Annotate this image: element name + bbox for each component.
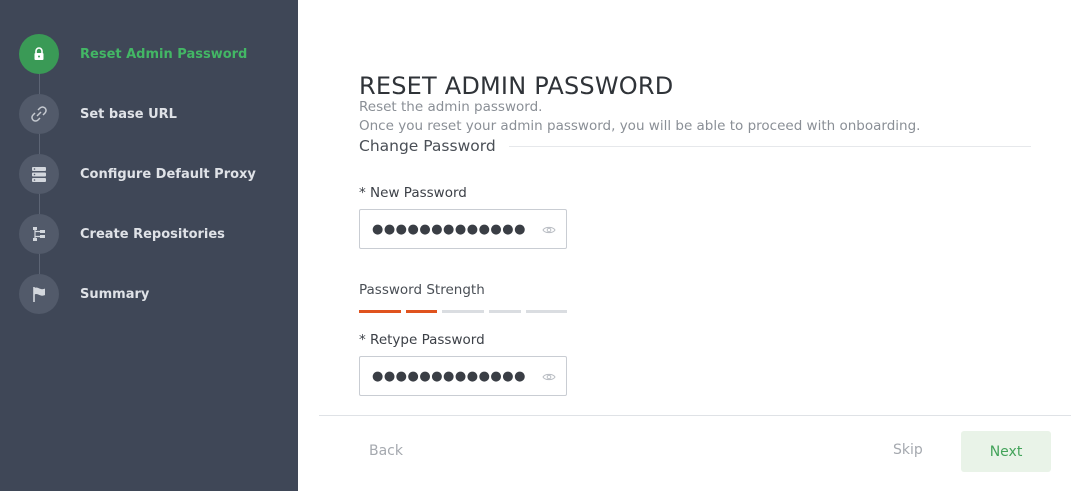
strength-segment bbox=[406, 310, 437, 313]
retype-password-label: * Retype Password bbox=[359, 332, 485, 348]
new-password-label-text: New Password bbox=[370, 185, 467, 201]
server-icon bbox=[19, 154, 59, 194]
password-strength-meter bbox=[359, 310, 567, 313]
page-subtitle: Reset the admin password. bbox=[359, 99, 543, 115]
new-password-input[interactable]: ●●●●●●●●●●●●● bbox=[359, 209, 567, 249]
footer-divider bbox=[319, 415, 1071, 416]
skip-button[interactable]: Skip bbox=[893, 442, 923, 458]
step-summary[interactable]: Summary bbox=[19, 274, 289, 314]
page-description: Once you reset your admin password, you … bbox=[359, 118, 921, 134]
retype-password-value: ●●●●●●●●●●●●● bbox=[372, 368, 526, 384]
flag-icon bbox=[19, 274, 59, 314]
strength-segment bbox=[359, 310, 401, 313]
step-label: Set base URL bbox=[80, 106, 177, 122]
next-button[interactable]: Next bbox=[961, 431, 1051, 472]
new-password-label: * New Password bbox=[359, 185, 467, 201]
retype-password-input[interactable]: ●●●●●●●●●●●●● bbox=[359, 356, 567, 396]
new-password-value: ●●●●●●●●●●●●● bbox=[372, 221, 526, 237]
section-divider bbox=[509, 146, 1031, 147]
retype-password-label-text: Retype Password bbox=[370, 332, 485, 348]
repository-tree-icon bbox=[19, 214, 59, 254]
show-password-eye-icon[interactable] bbox=[542, 223, 556, 237]
step-label: Configure Default Proxy bbox=[80, 166, 256, 182]
page-title: RESET ADMIN PASSWORD bbox=[359, 72, 674, 100]
back-button[interactable]: Back bbox=[369, 443, 403, 459]
step-create-repositories[interactable]: Create Repositories bbox=[19, 214, 289, 254]
step-reset-admin-password[interactable]: Reset Admin Password bbox=[19, 34, 289, 74]
step-label: Reset Admin Password bbox=[80, 46, 248, 62]
step-label: Create Repositories bbox=[80, 226, 225, 242]
strength-segment bbox=[526, 310, 567, 313]
lock-icon bbox=[19, 34, 59, 74]
required-mark: * bbox=[359, 332, 371, 348]
step-label: Summary bbox=[80, 286, 150, 302]
main-content: RESET ADMIN PASSWORD Reset the admin pas… bbox=[298, 0, 1088, 491]
strength-segment bbox=[442, 310, 484, 313]
step-configure-default-proxy[interactable]: Configure Default Proxy bbox=[19, 154, 289, 194]
link-icon bbox=[19, 94, 59, 134]
step-set-base-url[interactable]: Set base URL bbox=[19, 94, 289, 134]
onboarding-sidebar: Reset Admin Password Set base URL Config… bbox=[0, 0, 298, 491]
strength-segment bbox=[489, 310, 521, 313]
show-password-eye-icon[interactable] bbox=[542, 370, 556, 384]
required-mark: * bbox=[359, 185, 371, 201]
section-title: Change Password bbox=[359, 137, 496, 155]
password-strength-label: Password Strength bbox=[359, 282, 485, 298]
